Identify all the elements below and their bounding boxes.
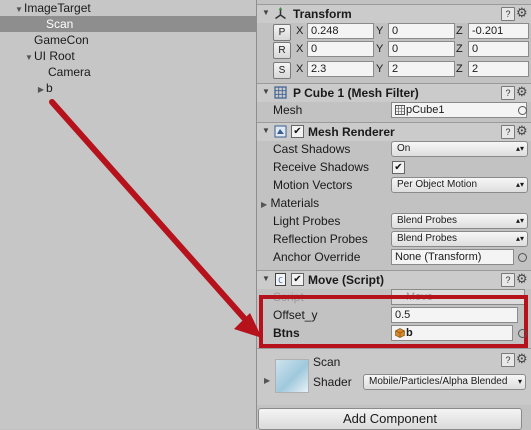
annotation-arrow-icon xyxy=(49,99,262,338)
